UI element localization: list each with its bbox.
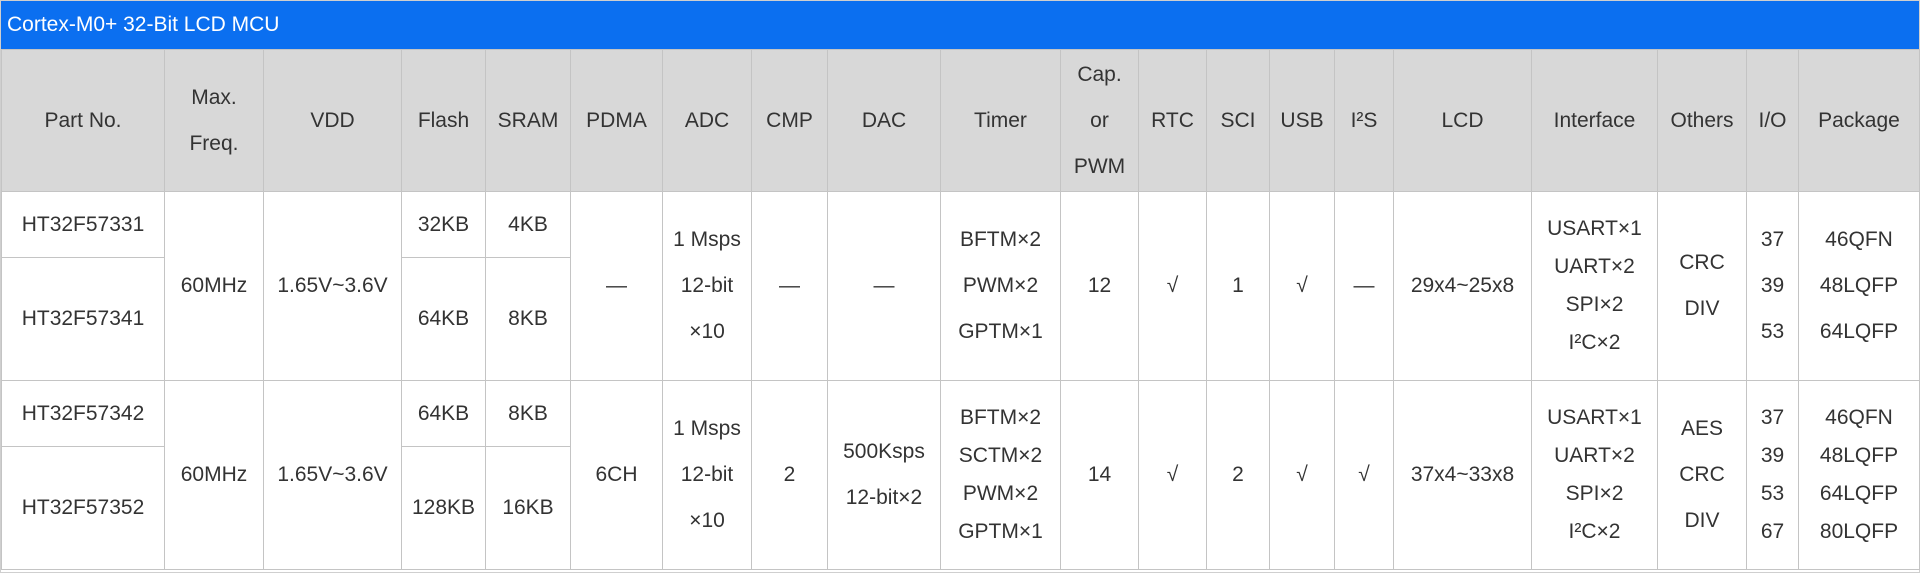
dac-cell: — (827, 191, 941, 381)
header-timer: Timer (940, 49, 1061, 192)
usb-cell: √ (1269, 191, 1335, 381)
lcd-cell: 37x4~33x8 (1393, 380, 1532, 570)
flash-cell: 32KB (401, 191, 486, 258)
sram-cell: 8KB (485, 257, 571, 381)
header-io: I/O (1746, 49, 1799, 192)
flash-cell: 64KB (401, 257, 486, 381)
others-cell: CRC DIV (1657, 191, 1747, 381)
rtc-cell: √ (1138, 380, 1207, 570)
usb-cell: √ (1269, 380, 1335, 570)
part-no-cell: HT32F57352 (1, 446, 165, 570)
package-cell: 46QFN 48LQFP 64LQFP 80LQFP (1798, 380, 1920, 570)
pdma-cell: — (570, 191, 663, 381)
part-no-cell: HT32F57342 (1, 380, 165, 447)
package-cell: 46QFN 48LQFP 64LQFP (1798, 191, 1920, 381)
sram-cell: 8KB (485, 380, 571, 447)
i2s-cell: — (1334, 191, 1394, 381)
interface-cell: USART×1 UART×2 SPI×2 I²C×2 (1531, 191, 1658, 381)
sram-cell: 4KB (485, 191, 571, 258)
header-pdma: PDMA (570, 49, 663, 192)
io-cell: 37 39 53 67 (1746, 380, 1799, 570)
header-i2s: I²S (1334, 49, 1394, 192)
part-no-cell: HT32F57331 (1, 191, 165, 258)
header-usb: USB (1269, 49, 1335, 192)
max-freq-cell: 60MHz (164, 191, 264, 381)
mcu-spec-table: Part No. Max. Freq. VDD Flash SRAM PDMA A… (1, 49, 1920, 570)
interface-cell: USART×1 UART×2 SPI×2 I²C×2 (1531, 380, 1658, 570)
lcd-cell: 29x4~25x8 (1393, 191, 1532, 381)
header-row: Part No. Max. Freq. VDD Flash SRAM PDMA A… (1, 49, 1920, 192)
rtc-cell: √ (1138, 191, 1207, 381)
pdma-cell: 6CH (570, 380, 663, 570)
header-rtc: RTC (1138, 49, 1207, 192)
header-max-freq: Max. Freq. (164, 49, 264, 192)
header-others: Others (1657, 49, 1747, 192)
table-row: HT32F57331 60MHz 1.65V~3.6V 32KB 4KB — 1… (1, 191, 1920, 381)
i2s-cell: √ (1334, 380, 1394, 570)
header-flash: Flash (401, 49, 486, 192)
header-dac: DAC (827, 49, 941, 192)
header-sram: SRAM (485, 49, 571, 192)
adc-cell: 1 Msps 12-bit ×10 (662, 191, 752, 381)
io-cell: 37 39 53 (1746, 191, 1799, 381)
header-cap-pwm: Cap. or PWM (1060, 49, 1139, 192)
adc-cell: 1 Msps 12-bit ×10 (662, 380, 752, 570)
header-part-no: Part No. (1, 49, 165, 192)
timer-cell: BFTM×2 PWM×2 GPTM×1 (940, 191, 1061, 381)
table-title: Cortex-M0+ 32-Bit LCD MCU (1, 1, 1919, 49)
others-cell: AES CRC DIV (1657, 380, 1747, 570)
header-package: Package (1798, 49, 1920, 192)
flash-cell: 64KB (401, 380, 486, 447)
sci-cell: 1 (1206, 191, 1270, 381)
vdd-cell: 1.65V~3.6V (263, 191, 402, 381)
header-sci: SCI (1206, 49, 1270, 192)
header-interface: Interface (1531, 49, 1658, 192)
dac-cell: 500Ksps 12-bit×2 (827, 380, 941, 570)
cap-pwm-cell: 12 (1060, 191, 1139, 381)
flash-cell: 128KB (401, 446, 486, 570)
sci-cell: 2 (1206, 380, 1270, 570)
header-lcd: LCD (1393, 49, 1532, 192)
header-adc: ADC (662, 49, 752, 192)
header-cmp: CMP (751, 49, 828, 192)
product-table-panel: Cortex-M0+ 32-Bit LCD MCU Part No. Max. F… (0, 0, 1920, 573)
table-row: HT32F57342 60MHz 1.65V~3.6V 64KB 8KB 6CH… (1, 380, 1920, 570)
timer-cell: BFTM×2 SCTM×2 PWM×2 GPTM×1 (940, 380, 1061, 570)
cmp-cell: 2 (751, 380, 828, 570)
cmp-cell: — (751, 191, 828, 381)
cap-pwm-cell: 14 (1060, 380, 1139, 570)
max-freq-cell: 60MHz (164, 380, 264, 570)
sram-cell: 16KB (485, 446, 571, 570)
header-vdd: VDD (263, 49, 402, 192)
part-no-cell: HT32F57341 (1, 257, 165, 381)
vdd-cell: 1.65V~3.6V (263, 380, 402, 570)
